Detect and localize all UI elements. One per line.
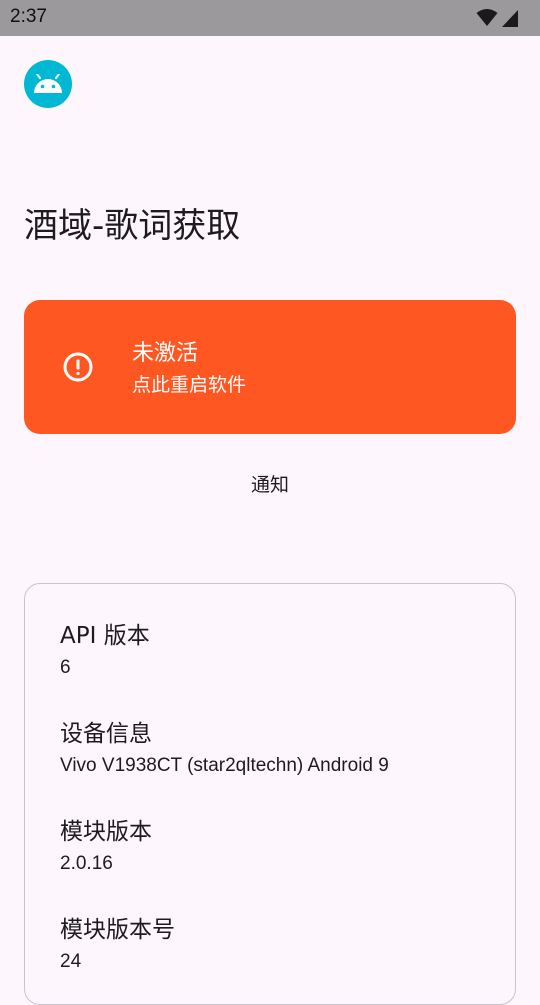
android-icon	[24, 60, 72, 108]
info-label: 模块版本	[60, 819, 152, 845]
info-card: API 版本 6 设备信息 Vivo V1938CT (star2qltechn…	[24, 583, 516, 1005]
status-time: 2:37	[10, 6, 47, 27]
notify-button[interactable]: 通知	[0, 472, 540, 498]
activation-status-card[interactable]: 未激活 点此重启软件	[24, 300, 516, 434]
activation-status-title: 未激活	[132, 341, 199, 366]
activation-status-subtitle: 点此重启软件	[132, 374, 247, 396]
info-item-device-info: 设备信息 Vivo V1938CT (star2qltechn) Android…	[60, 719, 389, 779]
info-value: Vivo V1938CT (star2qltechn) Android 9	[60, 755, 389, 776]
info-label: 模块版本号	[60, 917, 175, 943]
info-item-api-version: API 版本 6	[60, 621, 150, 681]
status-bar: 2:37	[0, 0, 540, 36]
info-value: 24	[60, 951, 82, 972]
info-item-module-version: 模块版本 2.0.16	[60, 817, 152, 877]
status-icons	[476, 9, 518, 27]
alert-circle-icon	[63, 352, 93, 382]
info-value: 6	[60, 657, 71, 678]
android-head-icon	[34, 74, 62, 93]
page-title: 酒域-歌词获取	[24, 206, 241, 246]
wifi-icon	[476, 9, 498, 26]
info-value: 2.0.16	[60, 853, 113, 874]
info-item-module-version-code: 模块版本号 24	[60, 915, 175, 975]
info-label: API 版本	[60, 623, 150, 649]
signal-icon	[502, 10, 518, 27]
info-label: 设备信息	[60, 721, 152, 747]
